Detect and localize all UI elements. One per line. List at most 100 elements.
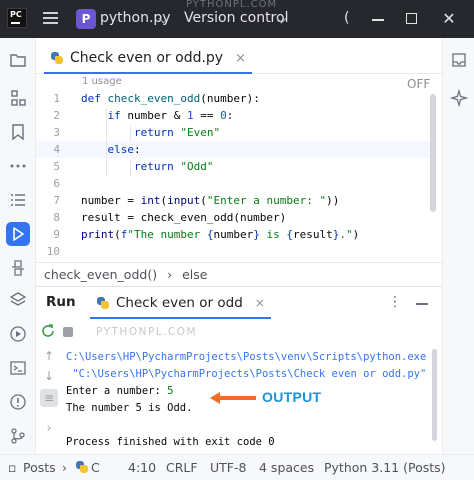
bookmark-icon[interactable] [6, 120, 30, 144]
code-line[interactable]: 7 number = int(input("Enter a number: ")) [36, 192, 434, 209]
caret-position[interactable]: 4:10 [128, 460, 156, 475]
editor-tab-label: Check even or odd.py [70, 50, 224, 66]
more-options-icon[interactable]: ⋮ [388, 294, 402, 310]
code-line[interactable]: 3 return "Even" [36, 124, 434, 141]
breadcrumb-else[interactable]: else [182, 267, 207, 282]
code-text[interactable]: result = check_even_odd(number) [81, 209, 286, 226]
problems-icon[interactable] [6, 390, 30, 414]
run-toolbar: PYTHONPL.COM [36, 319, 442, 345]
minimize-icon[interactable] [372, 19, 384, 21]
main-menu-icon[interactable] [43, 12, 58, 24]
code-line[interactable]: 10 [36, 243, 434, 260]
soft-wrap-icon[interactable]: ≡ [40, 389, 58, 407]
line-ending[interactable]: CRLF [166, 460, 198, 475]
usage-hint[interactable]: 1 usage [82, 76, 122, 87]
ai-assistant-icon[interactable] [447, 86, 471, 110]
line-number: 1 [53, 92, 60, 105]
breadcrumb: check_even_odd() › else [36, 262, 442, 286]
version-control-menu[interactable]: Version control [184, 10, 288, 26]
run-config-selector[interactable]: ( [344, 10, 349, 26]
editor-tab-bar: Check even or odd.py × [36, 38, 442, 74]
console-gutter: ↑ ↓ ≡ › [36, 345, 62, 455]
code-editor: Check even or odd.py × 1 usage OFF 1 def … [36, 38, 442, 286]
inspection-widget[interactable]: OFF [407, 77, 430, 91]
breadcrumb-separator: › [62, 460, 67, 475]
close-tab-icon[interactable]: × [235, 51, 246, 66]
line-number: 10 [46, 245, 60, 258]
status-file[interactable]: C [91, 460, 100, 475]
code-line[interactable]: 8 result = check_even_odd(number) [36, 209, 434, 226]
status-project[interactable]: Posts [23, 460, 56, 475]
more-icon[interactable] [6, 154, 30, 178]
file-encoding[interactable]: UTF-8 [210, 460, 246, 475]
title-bar: PC P python.py PYTHONPL.COM Version cont… [0, 0, 474, 38]
layers-icon[interactable] [6, 288, 30, 312]
python-file-icon [50, 51, 64, 65]
code-line[interactable]: 2 if number & 1 == 0: [36, 107, 434, 124]
breadcrumb-function[interactable]: check_even_odd() [44, 267, 157, 282]
line-number: 5 [53, 160, 60, 173]
close-tab-icon[interactable]: × [255, 296, 265, 310]
code-text[interactable]: return "Odd" [81, 158, 214, 175]
indent-setting[interactable]: 4 spaces [259, 460, 314, 475]
line-number: 6 [53, 177, 60, 190]
scroll-down-icon[interactable]: ↓ [40, 367, 58, 385]
run-icon[interactable] [6, 222, 30, 246]
indent-guide [130, 160, 131, 176]
editor-scrollbar[interactable] [430, 94, 436, 212]
console-line[interactable]: C:\Users\HP\PycharmProjects\Posts\venv\S… [66, 349, 436, 366]
stop-icon[interactable] [63, 327, 73, 337]
terminal-icon[interactable] [6, 356, 30, 380]
maximize-icon[interactable] [406, 13, 417, 24]
python-file-icon [75, 460, 89, 474]
run-tab-label: Check even or odd [116, 295, 243, 311]
todo-list-icon[interactable] [6, 188, 30, 212]
line-number: 8 [53, 211, 60, 224]
square-icon: ▫ [8, 460, 17, 475]
code-line[interactable]: 6 [36, 175, 434, 192]
code-text[interactable]: number = int(input("Enter a number: ")) [81, 192, 339, 209]
editor-tab[interactable]: Check even or odd.py × [44, 44, 252, 74]
expand-icon[interactable]: › [40, 419, 58, 437]
line-number: 9 [53, 228, 60, 241]
code-line[interactable]: 4 else: [36, 141, 434, 158]
code-text[interactable]: print(f"The number {number} is {result}.… [81, 226, 359, 243]
services-icon[interactable] [6, 322, 30, 346]
close-icon[interactable]: ✕ [438, 8, 460, 30]
project-badge[interactable]: P [76, 9, 96, 29]
pycharm-logo-icon[interactable]: PC [7, 8, 27, 28]
notifications-icon[interactable] [447, 48, 471, 72]
console-line[interactable]: Process finished with exit code 0 [66, 434, 436, 451]
console-line[interactable]: "C:\Users\HP\PycharmProjects\Posts\Check… [66, 366, 436, 383]
run-tool-window: Run Check even or odd × ⋮ PYTHONPL.COM ↑… [36, 286, 442, 454]
left-tool-strip [0, 38, 36, 454]
line-number: 2 [53, 109, 60, 122]
watermark: PYTHONPL.COM [186, 0, 278, 10]
rerun-icon[interactable] [40, 323, 56, 339]
scroll-up-icon[interactable]: ↑ [40, 347, 58, 365]
code-area[interactable]: 1 def check_even_odd(number): 2 if number … [36, 90, 434, 260]
code-text[interactable]: else: [81, 141, 141, 158]
code-text[interactable]: def check_even_odd(number): [81, 90, 260, 107]
python-console-icon[interactable] [6, 256, 30, 280]
code-text[interactable]: if number & 1 == 0: [81, 107, 234, 124]
code-line[interactable]: 1 def check_even_odd(number): [36, 90, 434, 107]
watermark: PYTHONPL.COM [96, 326, 198, 338]
code-line[interactable]: 9 print(f"The number {number} is {result}… [36, 226, 434, 243]
indent-guide [106, 108, 107, 176]
code-text[interactable]: return "Even" [81, 124, 220, 141]
run-header: Run Check even or odd × ⋮ [36, 287, 442, 319]
hide-panel-icon[interactable] [416, 303, 428, 305]
console-scrollbar[interactable] [432, 349, 437, 441]
code-line[interactable]: 5 return "Odd" [36, 158, 434, 175]
python-interpreter[interactable]: Python 3.11 (Posts) [324, 460, 446, 475]
structure-icon[interactable] [6, 86, 30, 110]
git-icon[interactable] [6, 424, 30, 448]
run-config-tab[interactable]: Check even or odd × [90, 289, 271, 319]
python-file-icon [96, 296, 110, 310]
status-bar: ▫ Posts › C 4:10 CRLF UTF-8 4 spaces Pyt… [0, 454, 474, 480]
arrow-left-icon [210, 392, 256, 404]
breadcrumb-separator: › [167, 267, 173, 282]
folder-icon[interactable] [6, 48, 30, 72]
